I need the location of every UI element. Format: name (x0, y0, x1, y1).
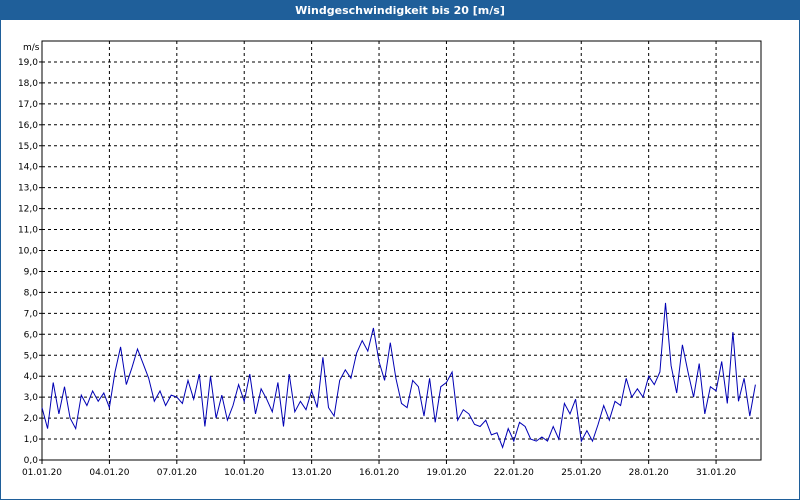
y-axis-tick-labels: 0,0 1,0 2,0 3,0 4,0 5,0 6,0 7,0 8,0 9,0 10,0 11,0 12… (18, 58, 38, 466)
y-tick-label: 13,0 (18, 184, 38, 194)
y-tick-label: 15,0 (18, 142, 38, 152)
x-tick-label: 16.01.20 (359, 468, 399, 478)
x-tick-label: 01.01.20 (22, 468, 62, 478)
y-tick-label: 3,0 (24, 393, 39, 403)
x-tick-label: 07.01.20 (157, 468, 197, 478)
wind-speed-chart: 0,0 1,0 2,0 3,0 4,0 5,0 6,0 7,0 8,0 9,0 10,0 11,0 12… (18, 40, 762, 478)
y-tick-label: 10,0 (18, 247, 38, 257)
x-tick-label: 04.01.20 (89, 468, 129, 478)
grid-lines (39, 41, 761, 464)
y-tick-label: 16,0 (18, 121, 38, 131)
y-tick-label: 11,0 (18, 226, 38, 236)
y-tick-label: 2,0 (24, 414, 39, 424)
x-tick-label: 25.01.20 (561, 468, 601, 478)
x-tick-label: 28.01.20 (629, 468, 669, 478)
chart-window: Windgeschwindigkeit bis 20 [m/s] 0,0 1,0 2… (0, 0, 800, 500)
chart-title: Windgeschwindigkeit bis 20 [m/s] (1, 1, 799, 20)
plot-area (41, 40, 762, 461)
y-tick-label: 8,0 (24, 288, 39, 298)
y-tick-label: 14,0 (18, 163, 38, 173)
y-tick-label: 19,0 (18, 58, 38, 68)
y-tick-label: 4,0 (24, 372, 39, 382)
y-axis-label: m/s (23, 43, 40, 53)
x-tick-label: 10.01.20 (224, 468, 264, 478)
y-tick-label: 7,0 (24, 309, 39, 319)
y-tick-label: 12,0 (18, 205, 38, 215)
y-tick-label: 17,0 (18, 100, 38, 110)
y-tick-label: 18,0 (18, 79, 38, 89)
x-tick-label: 19.01.20 (426, 468, 466, 478)
y-tick-label: 1,0 (24, 435, 39, 445)
y-tick-label: 5,0 (24, 351, 39, 361)
y-tick-label: 0,0 (24, 456, 39, 466)
y-tick-label: 6,0 (24, 330, 39, 340)
x-tick-label: 31.01.20 (696, 468, 736, 478)
x-axis-tick-labels: 01.01.20 04.01.20 07.01.20 10.01.20 13.01.20… (22, 468, 736, 478)
x-tick-label: 13.01.20 (292, 468, 332, 478)
x-tick-label: 22.01.20 (494, 468, 534, 478)
y-tick-label: 9,0 (24, 267, 39, 277)
